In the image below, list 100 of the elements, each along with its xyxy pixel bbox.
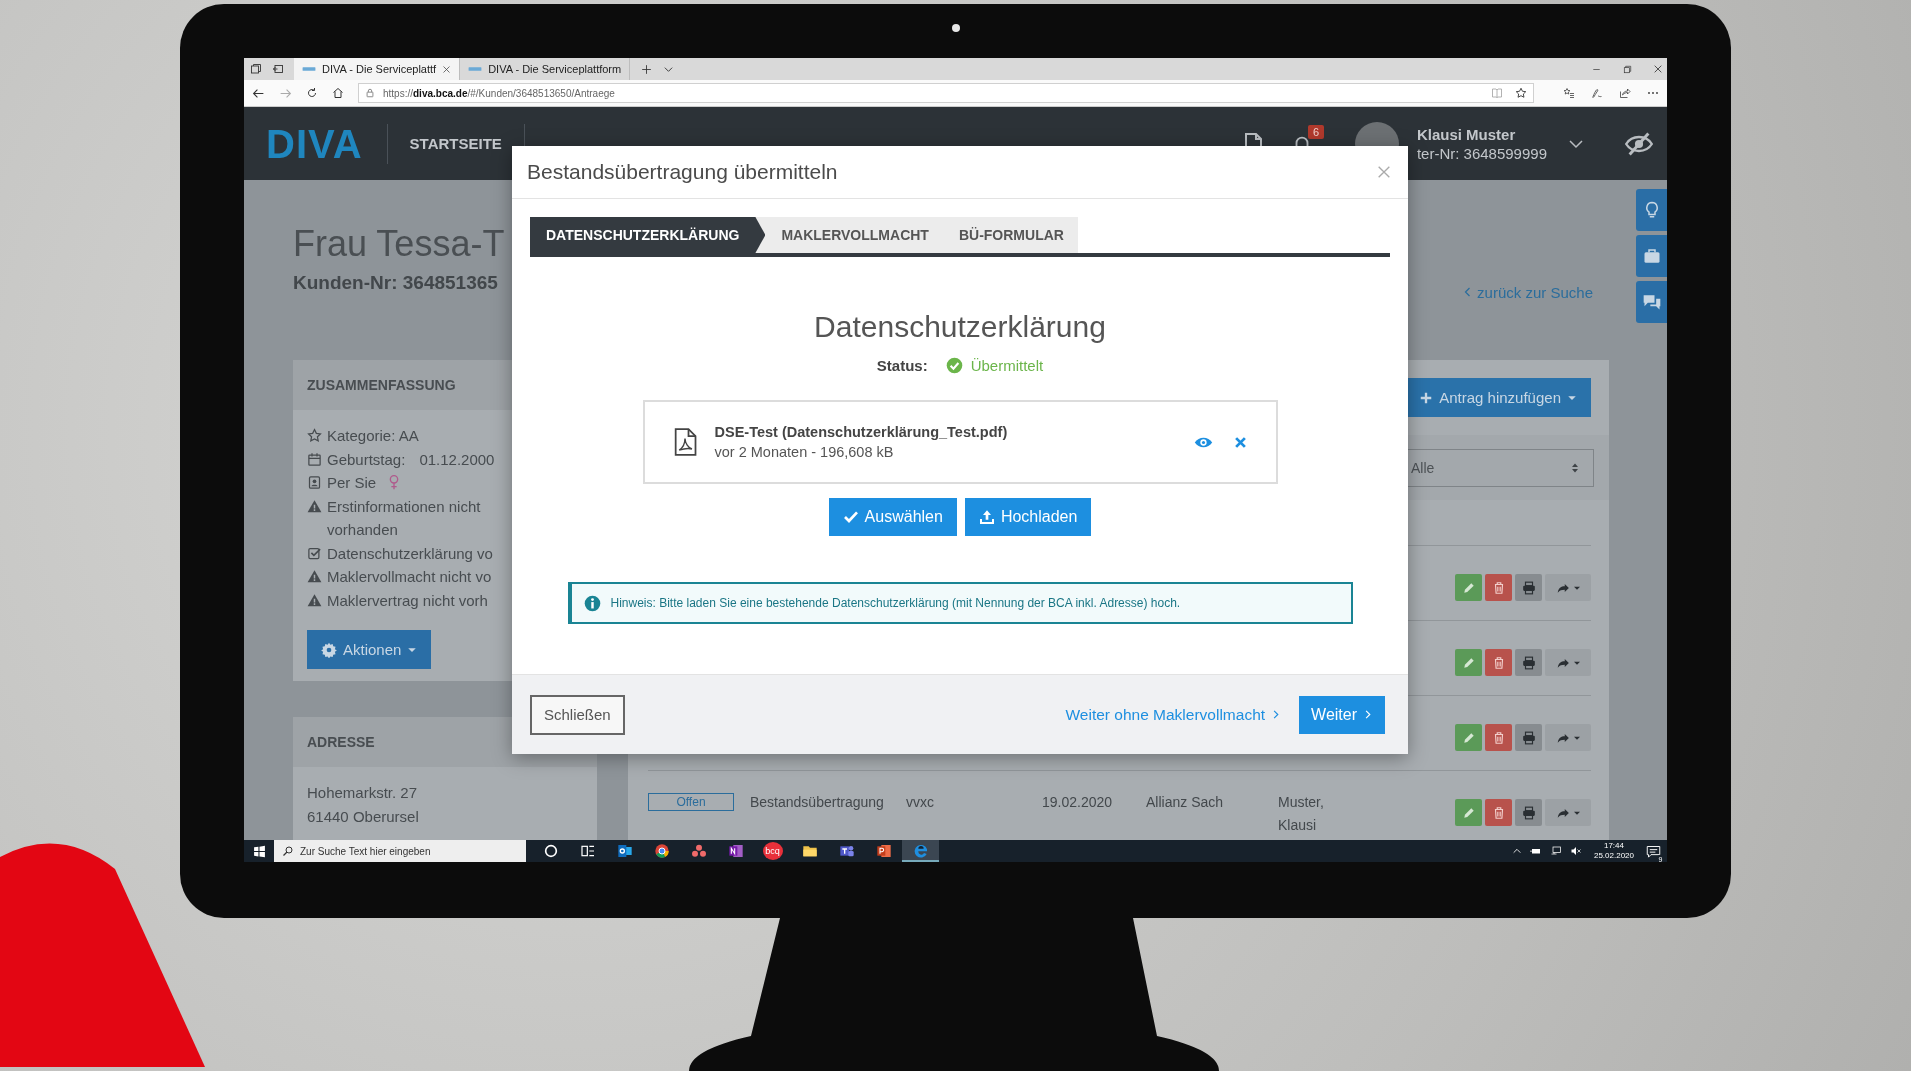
actions-button[interactable]: Aktionen (307, 630, 432, 669)
close-dialog-button[interactable]: Schließen (530, 694, 625, 735)
edit-button[interactable] (1455, 574, 1482, 601)
check-circle-icon (945, 357, 963, 374)
print-button[interactable] (1515, 649, 1542, 676)
forward-button[interactable] (1545, 649, 1591, 676)
delete-button[interactable] (1485, 649, 1512, 676)
notebook-app-icon (727, 843, 744, 859)
restore-icon[interactable] (1622, 63, 1633, 75)
upload-button[interactable]: Hochladen (964, 498, 1092, 536)
delete-button[interactable] (1485, 799, 1512, 826)
sort-arrows-icon (1569, 461, 1581, 474)
logo: DIVA (266, 123, 388, 164)
forward-button[interactable] (1545, 574, 1591, 601)
browser-tab[interactable]: DIVA - Die Serviceplattf (294, 58, 461, 80)
star-icon (307, 428, 322, 443)
star-icon[interactable] (1515, 87, 1527, 99)
speaker-muted-icon[interactable] (1569, 845, 1582, 857)
user-number: ter-Nr: 3648599999 (1416, 143, 1547, 163)
step-tab[interactable]: DATENSCHUTZERKLÄRUNG (530, 217, 766, 253)
browser-app-icon (653, 843, 670, 859)
summary-text: Erstinformationen nicht vorhanden (327, 496, 482, 540)
taskbar-app-button[interactable]: bcq (754, 840, 791, 862)
refresh-icon[interactable] (306, 87, 318, 99)
user-name: Klausi Muster (1416, 124, 1517, 144)
printer-icon (1521, 805, 1536, 820)
pen-icon[interactable] (1591, 87, 1603, 99)
edit-button[interactable] (1455, 799, 1482, 826)
url-text: https://diva.bca.de/#/Kunden/3648513650/Antraege (383, 87, 615, 99)
add-application-button[interactable]: Antrag hinzufügen (1405, 378, 1591, 417)
status-value: Übermittelt (970, 357, 1044, 374)
dots-app-icon (690, 843, 707, 859)
gear-icon (321, 641, 337, 658)
table-cell-text: vvxc (906, 793, 935, 812)
forward-button[interactable] (1545, 799, 1591, 826)
mail-app-icon (616, 843, 633, 859)
file-meta: vor 2 Monaten - 196,608 kB (714, 444, 895, 460)
status-badge: Offen (648, 793, 734, 811)
portfolio-button[interactable] (1636, 235, 1667, 277)
edit-button[interactable] (1455, 649, 1482, 676)
edit-button[interactable] (1455, 724, 1482, 751)
pencil-icon (1461, 805, 1476, 820)
delete-button[interactable] (1485, 574, 1512, 601)
share-icon[interactable] (1619, 87, 1631, 99)
next-button[interactable]: Weiter (1299, 695, 1385, 734)
hint-text: Hinweis: Bitte laden Sie eine bestehende Datenschutzerklärung (mit Nennung der BCA inkl. Adresse) hoch. (610, 596, 1181, 610)
lock-icon (365, 88, 375, 98)
printer-icon (1521, 580, 1536, 595)
briefcase-icon (1642, 247, 1661, 265)
task-view-app-icon (579, 843, 596, 859)
chat-button[interactable] (1636, 281, 1667, 323)
address-line: Hohemarkstr. 27 (307, 783, 419, 803)
favorites-icon[interactable] (1563, 87, 1575, 99)
dialog-title: Bestandsübertragung übermitteln (527, 160, 838, 184)
printer-icon (1521, 655, 1536, 670)
customer-number: Kunden-Nr: 364851365 (293, 272, 499, 294)
camera-dot (952, 24, 960, 32)
forward-button[interactable] (1545, 724, 1591, 751)
close-icon[interactable] (1653, 64, 1663, 74)
upload-icon (978, 509, 995, 525)
warning-icon (307, 569, 322, 584)
print-button[interactable] (1515, 799, 1542, 826)
team-app-icon (838, 843, 855, 859)
warning-icon (307, 592, 322, 608)
calendar-icon (307, 451, 322, 467)
table-cell-text: Bestandsübertragung (750, 793, 885, 812)
new-tab-icon[interactable] (640, 62, 654, 76)
home-icon[interactable] (332, 87, 344, 99)
set-aside-icon[interactable] (272, 63, 284, 75)
section-heading: Datenschutzerklärung (813, 309, 1107, 345)
info-icon (583, 594, 601, 612)
pencil-icon (1461, 730, 1476, 745)
print-button[interactable] (1515, 724, 1542, 751)
tips-button[interactable] (1636, 189, 1667, 231)
table-cell-text: Allianz Sach (1146, 793, 1225, 812)
tabs-icon[interactable] (250, 63, 262, 75)
delete-button[interactable] (1485, 724, 1512, 751)
clock-date: 25.02.2020 (1593, 851, 1634, 861)
select-button[interactable]: Auswählen (828, 498, 957, 536)
status-label: Status: (876, 357, 928, 374)
summary-text: Geburtstag: 01.12.2000 (327, 449, 495, 470)
table-cell-text: 19.02.2020 (1042, 793, 1114, 812)
slides-app-icon (875, 843, 892, 859)
summary-text: Per Sie (327, 473, 377, 493)
folder-app-icon (801, 843, 818, 859)
chat-icon (1641, 292, 1662, 312)
summary-text: Maklervollmacht nicht vo (327, 567, 492, 587)
notification-badge: 6 (1307, 124, 1325, 139)
address-field[interactable]: https://diva.bca.de/#/Kunden/3648513650/Antraege (358, 83, 1534, 103)
summary-text: Kategorie: AA (327, 426, 419, 446)
checkbox-icon (307, 545, 322, 561)
table-cell-text: Muster, Klausi (1278, 793, 1325, 835)
network-icon[interactable] (1549, 845, 1562, 857)
windows-start-icon[interactable] (252, 844, 266, 858)
chevron-up-icon[interactable] (1511, 846, 1522, 856)
print-button[interactable] (1515, 574, 1542, 601)
taskbar-search-field[interactable]: Zur Suche Text hier eingeben (274, 840, 526, 862)
cortana-app-icon (542, 843, 559, 859)
close-icon[interactable] (442, 64, 452, 74)
check-icon (842, 509, 859, 525)
